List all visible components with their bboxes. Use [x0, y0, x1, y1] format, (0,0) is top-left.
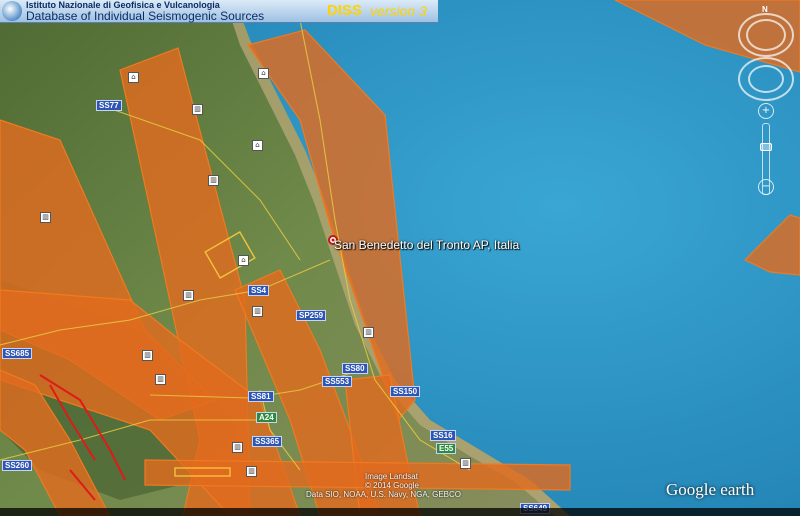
source-horizontal[interactable] — [144, 459, 571, 491]
status-bar — [0, 508, 800, 516]
road-label-ss150: SS150 — [390, 386, 421, 397]
road-label-ss77: SS77 — [96, 100, 122, 111]
landmark-icon[interactable]: ⌂ — [128, 72, 139, 83]
landmark-icon[interactable]: ▥ — [155, 374, 166, 385]
road-label-ss80: SS80 — [342, 363, 368, 374]
landmark-icon[interactable]: ▥ — [252, 306, 263, 317]
road-label-sp259: SP259 — [296, 310, 327, 321]
road-label-ss365: SS365 — [252, 436, 283, 447]
imagery-credit: Image Landsat — [365, 472, 418, 481]
road-label-a14: E55 — [436, 443, 457, 454]
road-label-ss260: SS260 — [2, 460, 33, 471]
landmark-icon[interactable]: ▥ — [232, 442, 243, 453]
road-label-ss81: SS81 — [248, 391, 274, 402]
banner-diss-label: DISS — [327, 2, 363, 19]
landmark-icon[interactable]: ▥ — [460, 458, 471, 469]
landmark-icon[interactable]: ▥ — [208, 175, 219, 186]
landmark-icon[interactable]: ▥ — [142, 350, 153, 361]
landmark-icon[interactable]: ⌂ — [238, 255, 249, 266]
landmark-icon[interactable]: ⌂ — [252, 140, 263, 151]
road-label-ss16: SS16 — [430, 430, 456, 441]
banner-database-title: Database of Individual Seismogenic Sourc… — [26, 9, 265, 23]
landmark-icon[interactable]: ▥ — [192, 104, 203, 115]
landmark-icon[interactable]: ⌂ — [258, 68, 269, 79]
navigation-controls[interactable]: N + − — [736, 5, 796, 195]
google-earth-logo: Google earth — [666, 480, 755, 499]
zoom-out-button[interactable]: − — [758, 179, 774, 195]
road-label-ss4: SS4 — [248, 285, 270, 296]
road-label-a24: A24 — [256, 412, 277, 423]
data-credit: Data SIO, NOAA, U.S. Navy, NGA, GEBCO — [306, 490, 461, 499]
place-label[interactable]: San Benedetto del Tronto AP, Italia — [334, 238, 519, 252]
pan-center-icon[interactable] — [748, 65, 784, 93]
landmark-icon[interactable]: ▥ — [363, 327, 374, 338]
landmark-icon[interactable]: ▥ — [246, 466, 257, 477]
landmark-icon[interactable]: ▥ — [183, 290, 194, 301]
ingv-logo-icon — [2, 1, 22, 21]
earth-map[interactable] — [0, 0, 800, 516]
diss-banner: Istituto Nazionale di Geofisica e Vulcan… — [0, 0, 438, 23]
zoom-in-button[interactable]: + — [758, 103, 774, 119]
landmark-icon[interactable]: ▥ — [40, 212, 51, 223]
zoom-slider-knob[interactable] — [760, 143, 772, 151]
banner-version: version 3 — [370, 3, 427, 19]
road-label-ss685: SS685 — [2, 348, 33, 359]
road-label-ss553: SS553 — [322, 376, 353, 387]
copyright-credit: © 2014 Google — [365, 481, 419, 490]
look-control-icon[interactable] — [746, 19, 786, 51]
map-viewport[interactable]: Istituto Nazionale di Geofisica e Vulcan… — [0, 0, 800, 516]
